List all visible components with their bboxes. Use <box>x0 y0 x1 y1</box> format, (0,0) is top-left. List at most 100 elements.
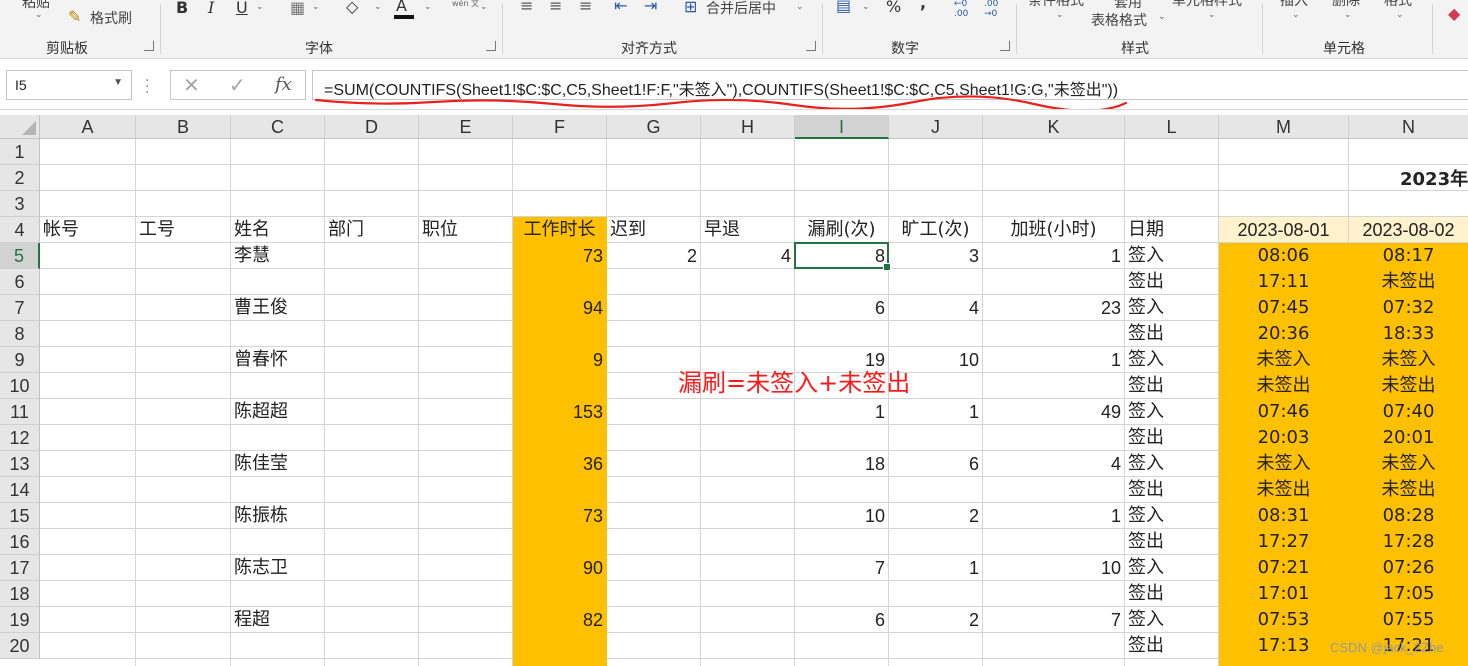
cell[interactable] <box>701 581 795 607</box>
format-dropdown-icon[interactable]: ⌄ <box>1396 10 1404 20</box>
early-leave-count[interactable] <box>701 503 795 529</box>
cell[interactable] <box>795 581 889 607</box>
punch-out-label[interactable]: 签出 <box>1125 633 1219 659</box>
column-header-j[interactable]: J <box>889 115 983 139</box>
cell[interactable] <box>513 425 607 451</box>
cell[interactable] <box>40 529 136 555</box>
cell[interactable] <box>40 399 136 425</box>
cell[interactable] <box>231 165 325 191</box>
alignment-launcher-icon[interactable] <box>806 41 816 51</box>
header-cell-g[interactable]: 迟到 <box>607 217 701 243</box>
punch-time[interactable]: 未签出 <box>1349 269 1468 295</box>
employee-name[interactable]: 曾春怀 <box>231 347 325 373</box>
cell[interactable] <box>136 295 231 321</box>
cell[interactable] <box>889 139 983 165</box>
cell[interactable] <box>983 139 1125 165</box>
punch-out-label[interactable]: 签出 <box>1125 321 1219 347</box>
cell[interactable] <box>983 581 1125 607</box>
overtime-hours[interactable]: 1 <box>983 503 1125 529</box>
row-header-13[interactable]: 13 <box>0 451 40 477</box>
cell[interactable] <box>795 165 889 191</box>
cell[interactable] <box>889 191 983 217</box>
cell[interactable] <box>325 529 419 555</box>
row-header-3[interactable]: 3 <box>0 191 40 217</box>
fill-dropdown-icon[interactable]: ⌄ <box>374 2 382 12</box>
cell[interactable] <box>40 503 136 529</box>
percent-button[interactable]: % <box>886 0 901 15</box>
cell[interactable] <box>889 659 983 666</box>
cell[interactable] <box>40 451 136 477</box>
cell[interactable] <box>325 503 419 529</box>
cell[interactable] <box>231 139 325 165</box>
cell[interactable] <box>513 139 607 165</box>
punch-time[interactable]: 未签入 <box>1219 451 1349 477</box>
punch-time[interactable]: 未签出 <box>1349 373 1468 399</box>
punch-time[interactable]: 08:31 <box>1219 503 1349 529</box>
phonetic-dropdown-icon[interactable]: ⌄ <box>480 2 488 12</box>
cell[interactable] <box>795 477 889 503</box>
cell[interactable] <box>231 269 325 295</box>
missed-punch-count[interactable]: 10 <box>795 503 889 529</box>
header-cell-c[interactable]: 姓名 <box>231 217 325 243</box>
row-header-14[interactable]: 14 <box>0 477 40 503</box>
early-leave-count[interactable] <box>701 555 795 581</box>
cell[interactable] <box>1125 659 1219 666</box>
font-launcher-icon[interactable] <box>486 41 496 51</box>
punch-out-label[interactable]: 签出 <box>1125 477 1219 503</box>
column-header-i[interactable]: I <box>795 115 889 139</box>
cell[interactable] <box>136 529 231 555</box>
cell[interactable] <box>325 321 419 347</box>
cell[interactable] <box>419 295 513 321</box>
cell[interactable] <box>1349 659 1468 666</box>
punch-time[interactable]: 未签入 <box>1349 451 1468 477</box>
overtime-hours[interactable]: 7 <box>983 607 1125 633</box>
punch-time[interactable]: 17:27 <box>1219 529 1349 555</box>
cell[interactable] <box>325 269 419 295</box>
employee-name[interactable]: 程超 <box>231 607 325 633</box>
late-count[interactable] <box>607 295 701 321</box>
cell[interactable] <box>231 581 325 607</box>
number-launcher-icon[interactable] <box>1000 41 1010 51</box>
cell[interactable] <box>419 659 513 666</box>
missed-punch-count[interactable]: 7 <box>795 555 889 581</box>
cell[interactable] <box>40 373 136 399</box>
overtime-hours[interactable]: 1 <box>983 243 1125 269</box>
punch-time[interactable]: 未签入 <box>1349 347 1468 373</box>
cell[interactable] <box>983 477 1125 503</box>
cell[interactable] <box>607 165 701 191</box>
cell[interactable] <box>701 269 795 295</box>
merge-center-button[interactable]: 合并后居中 <box>706 0 776 18</box>
absent-count[interactable]: 1 <box>889 399 983 425</box>
cell[interactable] <box>136 269 231 295</box>
cell[interactable] <box>513 191 607 217</box>
early-leave-count[interactable] <box>701 607 795 633</box>
punch-time[interactable]: 17:28 <box>1349 529 1468 555</box>
punch-time[interactable]: 07:55 <box>1349 607 1468 633</box>
cell[interactable] <box>136 633 231 659</box>
punch-time[interactable]: 17:01 <box>1219 581 1349 607</box>
cell[interactable] <box>983 373 1125 399</box>
cell[interactable] <box>231 373 325 399</box>
missed-punch-count[interactable]: 6 <box>795 607 889 633</box>
cell[interactable] <box>40 607 136 633</box>
cell[interactable] <box>40 633 136 659</box>
punch-in-label[interactable]: 签入 <box>1125 399 1219 425</box>
cell[interactable] <box>325 373 419 399</box>
comma-button[interactable]: , <box>920 0 926 11</box>
cell[interactable] <box>419 321 513 347</box>
row-header-15[interactable]: 15 <box>0 503 40 529</box>
row-header-2[interactable]: 2 <box>0 165 40 191</box>
header-cell-a[interactable]: 帐号 <box>40 217 136 243</box>
cell[interactable] <box>607 529 701 555</box>
cell[interactable] <box>40 581 136 607</box>
late-count[interactable]: 2 <box>607 243 701 269</box>
row-header-7[interactable]: 7 <box>0 295 40 321</box>
punch-in-label[interactable]: 签入 <box>1125 607 1219 633</box>
row-header-19[interactable]: 19 <box>0 607 40 633</box>
punch-time[interactable]: 07:46 <box>1219 399 1349 425</box>
employee-name[interactable]: 陈振栋 <box>231 503 325 529</box>
cell[interactable] <box>231 191 325 217</box>
absent-count[interactable]: 1 <box>889 555 983 581</box>
clipboard-launcher-icon[interactable] <box>144 41 154 51</box>
early-leave-count[interactable] <box>701 451 795 477</box>
